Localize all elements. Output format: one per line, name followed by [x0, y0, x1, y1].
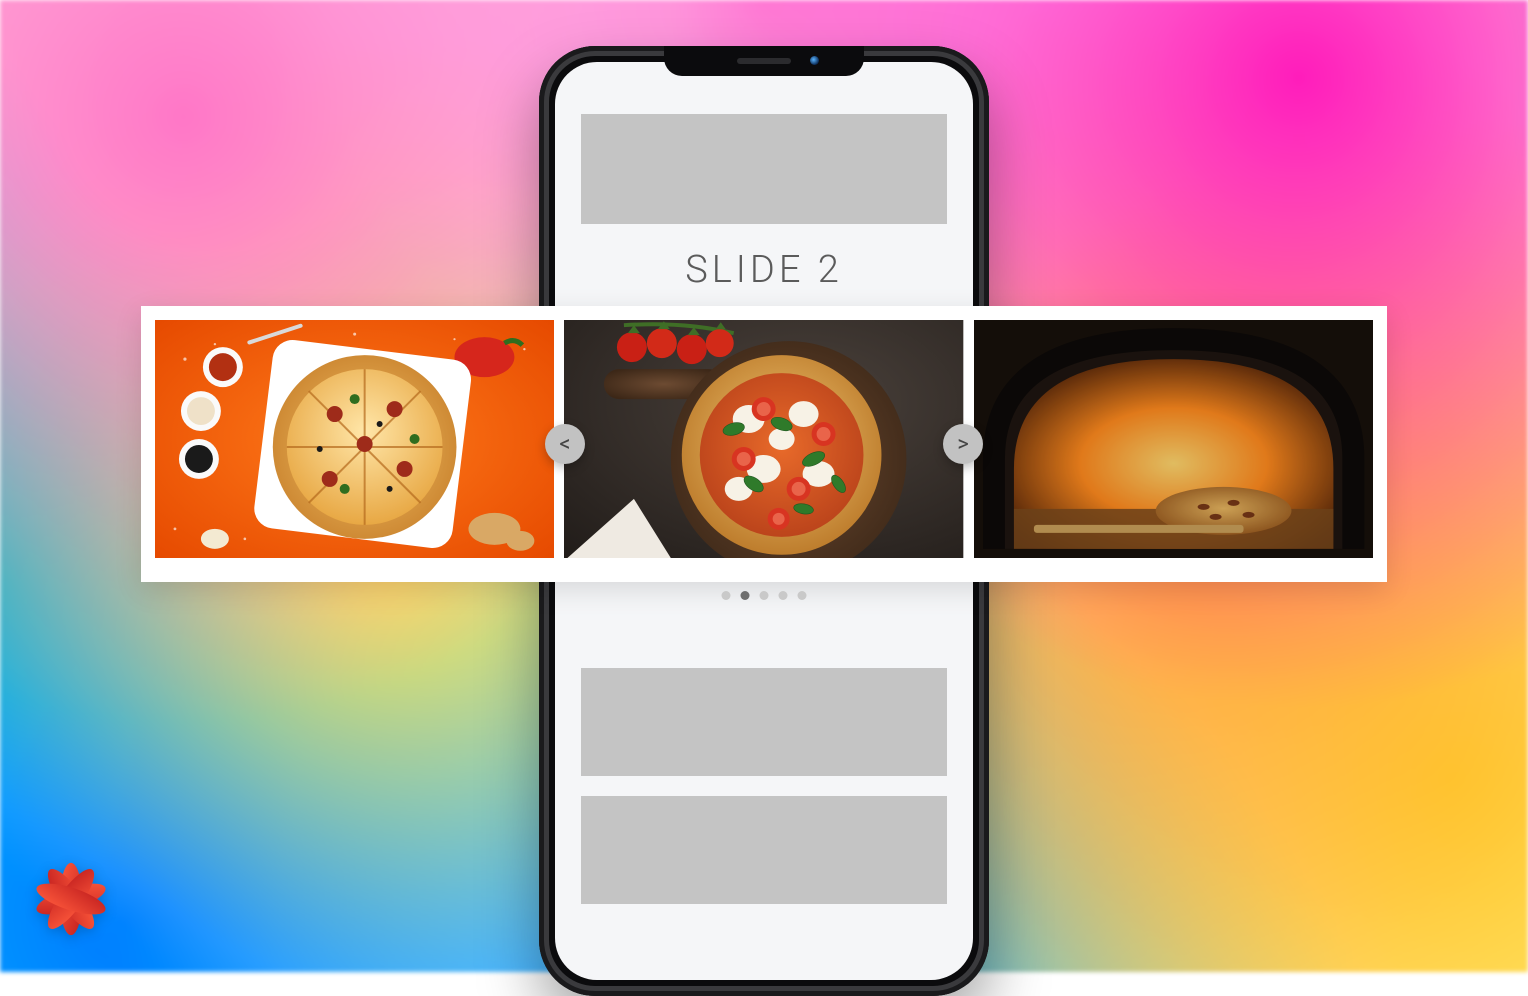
carousel-next-button[interactable]: >	[943, 424, 983, 464]
asterisk-icon	[28, 856, 114, 942]
carousel-dot-2[interactable]	[741, 591, 750, 600]
carousel-slide-1[interactable]	[155, 320, 554, 558]
carousel-track[interactable]	[141, 306, 1387, 582]
slide-title: SLIDE 2	[581, 248, 947, 292]
carousel-dots	[722, 591, 807, 600]
carousel-dot-4[interactable]	[779, 591, 788, 600]
phone-speaker	[737, 58, 791, 64]
carousel: < >	[141, 306, 1387, 582]
carousel-slide-3[interactable]	[974, 320, 1373, 558]
slide-3-image	[974, 320, 1373, 558]
carousel-dot-5[interactable]	[798, 591, 807, 600]
chevron-right-icon: >	[957, 432, 969, 457]
placeholder-block-bottom	[581, 796, 947, 904]
carousel-dot-1[interactable]	[722, 591, 731, 600]
chevron-left-icon: <	[559, 432, 570, 457]
carousel-dot-3[interactable]	[760, 591, 769, 600]
placeholder-block-top	[581, 114, 947, 224]
phone-camera	[810, 56, 819, 65]
slide-2-image	[564, 320, 963, 558]
placeholder-block-mid	[581, 668, 947, 776]
carousel-prev-button[interactable]: <	[545, 424, 585, 464]
slide-1-image	[155, 320, 554, 558]
brand-logo	[28, 856, 114, 942]
carousel-slide-2[interactable]	[564, 320, 963, 558]
